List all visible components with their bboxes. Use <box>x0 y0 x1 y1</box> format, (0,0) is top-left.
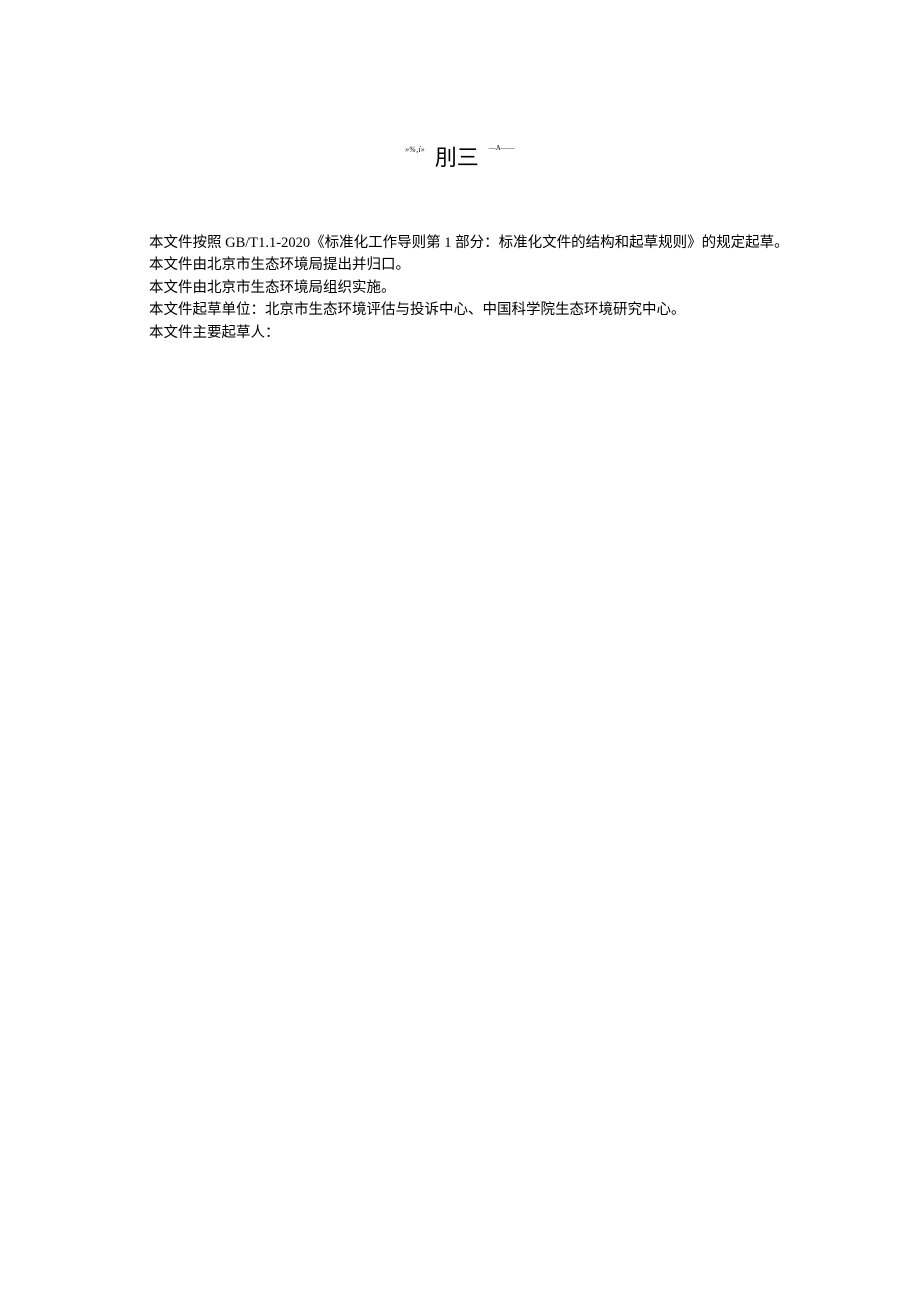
paragraph: 本文件由北京市生态环境局提出并归口。 <box>120 254 800 276</box>
document-page: »%‚í» 刖三 —A—— 本文件按照 GB/T1.1-2020《标准化工作导则… <box>0 0 920 344</box>
paragraph: 本文件按照 GB/T1.1-2020《标准化工作导则第 1 部分：标准化文件的结… <box>120 232 800 254</box>
heading-scribble-left: »%‚í» <box>405 145 425 154</box>
body-text: 本文件按照 GB/T1.1-2020《标准化工作导则第 1 部分：标准化文件的结… <box>120 232 800 344</box>
paragraph: 本文件由北京市生态环境局组织实施。 <box>120 277 800 299</box>
heading-scribble-right: —A—— <box>489 144 515 152</box>
heading-main: 刖三 <box>435 140 479 172</box>
heading-row: »%‚í» 刖三 —A—— <box>120 140 800 172</box>
paragraph: 本文件主要起草人： <box>120 322 800 344</box>
paragraph: 本文件起草单位：北京市生态环境评估与投诉中心、中国科学院生态环境研究中心。 <box>120 299 800 321</box>
